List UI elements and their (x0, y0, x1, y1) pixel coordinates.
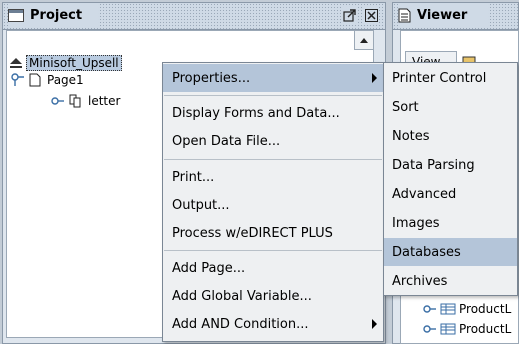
undock-icon[interactable] (341, 7, 357, 23)
submenu-item-sort[interactable]: Sort (384, 93, 517, 121)
menu-item-label: Add AND Condition... (172, 316, 309, 332)
viewer-titlebar[interactable]: Viewer (393, 3, 518, 30)
menu-item-label: Process w/eDIRECT PLUS (172, 225, 333, 241)
submenu-arrow-icon (372, 319, 377, 329)
submenu-item-advanced[interactable]: Advanced (384, 180, 517, 208)
window-icon (8, 9, 24, 22)
viewer-title: Viewer (417, 8, 468, 23)
tree-item-label: Page1 (47, 72, 84, 87)
menu-separator (164, 250, 382, 251)
submenu-item-label: Databases (392, 244, 461, 260)
project-titlebar[interactable]: Project (3, 3, 385, 30)
context-menu: Properties... Display Forms and Data... … (162, 62, 384, 342)
properties-submenu: Printer Control Sort Notes Data Parsing … (383, 62, 518, 296)
menu-separator (164, 95, 382, 96)
menu-item-label: Print... (172, 169, 215, 185)
tree-connector-icon (423, 324, 436, 333)
submenu-item-images[interactable]: Images (384, 209, 517, 237)
table-icon (440, 303, 456, 314)
submenu-item-printer-control[interactable]: Printer Control (384, 64, 517, 92)
tree-item-letter[interactable]: letter (51, 92, 120, 109)
scroll-up-button[interactable] (354, 31, 373, 50)
close-icon[interactable] (363, 7, 379, 23)
submenu-item-data-parsing[interactable]: Data Parsing (384, 151, 517, 179)
viewer-row-label: ProductL (459, 301, 512, 316)
menu-item-properties[interactable]: Properties... (163, 64, 383, 92)
tree-item-page[interactable]: Page1 (11, 71, 84, 88)
menu-item-label: Add Page... (172, 260, 246, 276)
viewer-row-label: ProductL (459, 321, 512, 336)
menu-item-label: Open Data File... (172, 133, 281, 149)
submenu-item-databases[interactable]: Databases (384, 238, 517, 266)
submenu-item-archives[interactable]: Archives (384, 267, 517, 295)
menu-item-print[interactable]: Print... (163, 163, 383, 191)
tree-item-label: Minisoft_Upsell (26, 54, 122, 71)
submenu-item-label: Printer Control (392, 70, 487, 86)
tree-expander-icon[interactable] (11, 72, 25, 87)
table-icon (440, 323, 456, 334)
menu-item-display-forms[interactable]: Display Forms and Data... (163, 99, 383, 127)
page-icon (29, 73, 41, 86)
menu-item-output[interactable]: Output... (163, 191, 383, 219)
menu-item-open-data-file[interactable]: Open Data File... (163, 127, 383, 155)
project-title: Project (30, 8, 83, 23)
viewer-row[interactable]: ProductL (423, 300, 511, 317)
submenu-item-label: Archives (392, 273, 448, 289)
tree-connector-icon (423, 304, 436, 313)
menu-item-label: Properties... (172, 70, 251, 86)
submenu-item-label: Data Parsing (392, 157, 475, 173)
submenu-item-label: Sort (392, 99, 419, 115)
menu-item-add-page[interactable]: Add Page... (163, 254, 383, 282)
menu-item-label: Output... (172, 197, 230, 213)
tree-connector-icon (51, 96, 64, 105)
menu-item-label: Display Forms and Data... (172, 105, 340, 121)
copy-icon (69, 94, 81, 107)
submenu-item-label: Advanced (392, 186, 457, 202)
eject-icon (10, 57, 22, 68)
viewer-row[interactable]: ProductL (423, 320, 511, 337)
submenu-arrow-icon (372, 73, 377, 83)
submenu-item-label: Notes (392, 128, 430, 144)
menu-item-process-edirect[interactable]: Process w/eDIRECT PLUS (163, 219, 383, 247)
submenu-item-notes[interactable]: Notes (384, 122, 517, 150)
menu-separator (164, 159, 382, 160)
document-icon (398, 8, 411, 23)
menu-item-label: Add Global Variable... (172, 288, 312, 304)
tree-item-root[interactable]: Minisoft_Upsell (9, 54, 122, 71)
submenu-item-label: Images (392, 215, 440, 231)
menu-item-add-and-condition[interactable]: Add AND Condition... (163, 310, 383, 338)
menu-item-add-global-variable[interactable]: Add Global Variable... (163, 282, 383, 310)
tree-item-label: letter (88, 93, 121, 108)
